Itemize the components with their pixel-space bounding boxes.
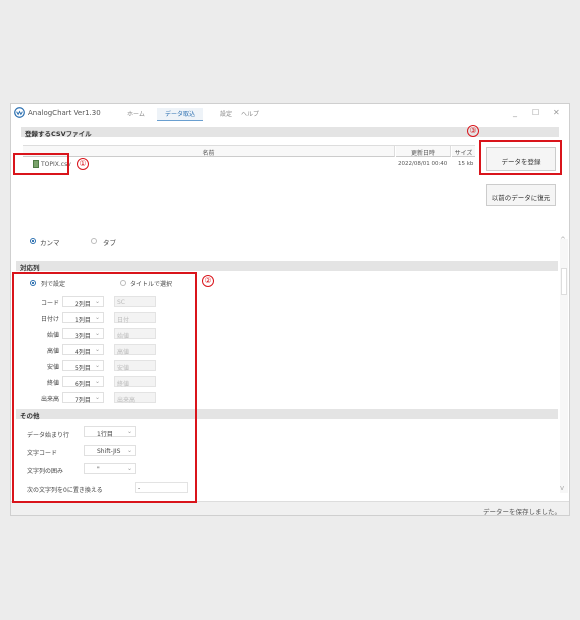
tab-label: タブ	[103, 239, 116, 247]
app-logo-icon	[14, 107, 25, 118]
mapping-section-header: 対応列	[16, 261, 558, 272]
column-header-updated[interactable]: 更新日時	[396, 146, 451, 157]
column-header-size[interactable]: サイズ	[452, 146, 475, 157]
scroll-up-icon[interactable]: ^	[560, 236, 566, 244]
tab-settings[interactable]: 設定	[220, 109, 232, 118]
callout-number-3: ③	[467, 125, 479, 137]
callout-number-1: ①	[77, 158, 89, 170]
scroll-down-icon[interactable]: v	[560, 484, 564, 492]
comma-label: カンマ	[40, 239, 60, 247]
close-button[interactable]: ✕	[553, 108, 560, 117]
comma-radio[interactable]	[30, 238, 36, 244]
file-updated: 2022/08/01 00:40	[398, 161, 448, 167]
callout-box-mapping	[12, 272, 197, 503]
callout-box-file	[13, 153, 69, 175]
tab-help[interactable]: ヘルプ	[241, 109, 259, 118]
callout-number-2: ②	[202, 275, 214, 287]
tab-radio[interactable]	[91, 238, 97, 244]
restore-data-button[interactable]: 以前のデータに復元	[486, 184, 556, 206]
minimize-button[interactable]: _	[513, 108, 517, 117]
column-header-name[interactable]: 名前	[23, 146, 395, 157]
status-text: データーを保存しました。	[483, 508, 561, 516]
scrollbar-thumb[interactable]	[561, 268, 567, 295]
maximize-button[interactable]: ☐	[532, 108, 539, 117]
title-bar: AnalogChart Ver1.30 ホーム データ取込 設定 ヘルプ _ ☐…	[11, 104, 569, 122]
status-bar: データーを保存しました。	[11, 501, 569, 516]
app-title: AnalogChart Ver1.30	[28, 109, 101, 117]
tab-home[interactable]: ホーム	[127, 109, 145, 118]
file-list[interactable]: 名前 更新日時 サイズ TOPIX.csv 2022/08/01 00:40 1…	[23, 145, 475, 228]
file-size: 15 kb	[458, 161, 474, 167]
tab-data-import[interactable]: データ取込	[157, 108, 204, 121]
callout-box-register	[479, 140, 562, 175]
